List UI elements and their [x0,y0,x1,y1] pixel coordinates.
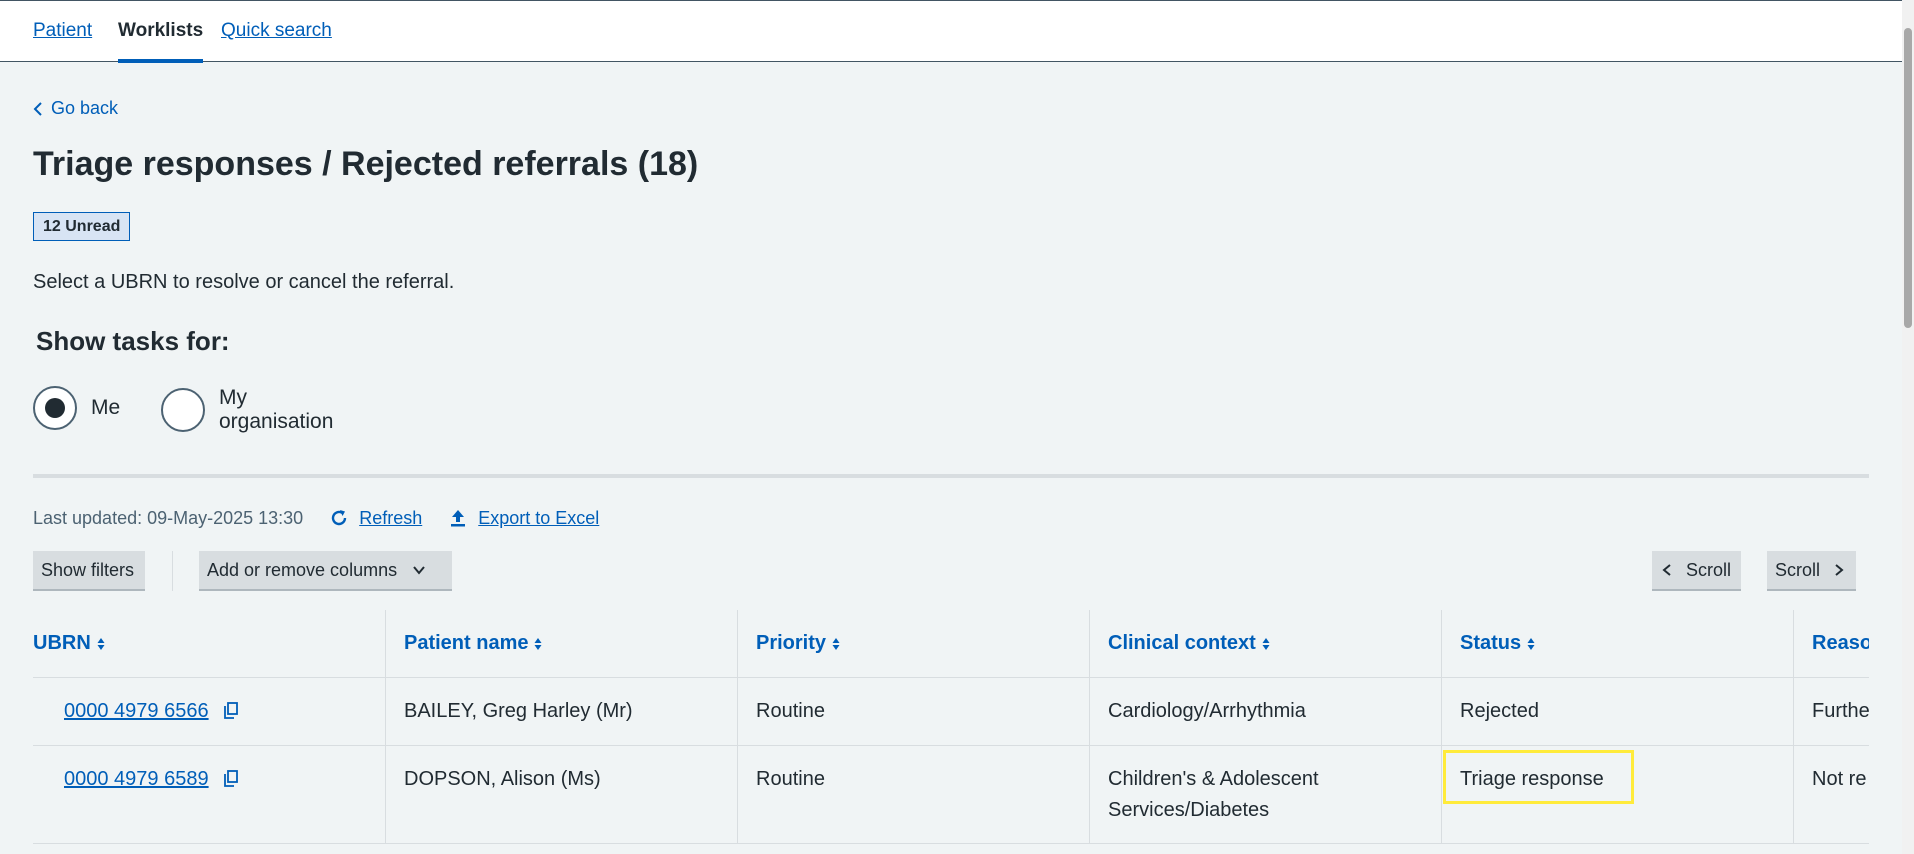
table-row: 0000 4979 6566 BAILEY, Greg Harley (Mr) … [33,678,1869,746]
table-header-row: UBRN Patient name Priority Clinical cont… [33,610,1869,678]
ubrn-cell: 0000 4979 6566 [33,678,385,745]
ubrn-link[interactable]: 0000 4979 6566 [64,700,209,722]
copy-icon[interactable] [224,770,239,787]
status-cell: Rejected [1441,678,1793,745]
column-header-ubrn[interactable]: UBRN [33,610,385,677]
column-header-label: Status [1460,632,1522,654]
column-header-status[interactable]: Status [1441,610,1793,677]
sort-icon [1262,637,1270,650]
radio-me-label: Me [91,396,121,419]
radio-my-organisation-input[interactable] [161,388,205,432]
priority-cell: Routine [737,746,1089,843]
sort-icon [534,637,542,650]
section-divider [33,474,1869,478]
reason-cell: Furthe [1793,678,1869,745]
radio-my-organisation[interactable]: My organisation [161,386,333,434]
column-header-priority[interactable]: Priority [737,610,1089,677]
scroll-right-label: Scroll [1775,559,1821,580]
column-header-label: Patient name [404,632,529,654]
sort-icon [97,637,105,650]
tab-quick-search[interactable]: Quick search [221,19,332,43]
ubrn-cell: 0000 4979 6589 [33,746,385,843]
unread-badge: 12 Unread [33,212,131,241]
refresh-link[interactable]: Refresh [329,508,422,529]
priority-cell: Routine [737,678,1089,745]
instruction-text: Select a UBRN to resolve or cancel the r… [33,271,455,293]
column-header-patient-name[interactable]: Patient name [385,610,737,677]
page-title: Triage responses / Rejected referrals (1… [33,145,699,183]
refresh-icon [332,510,347,526]
go-back-link[interactable]: Go back [33,98,118,119]
sort-icon [1527,637,1535,650]
sort-icon [832,637,840,650]
copy-icon[interactable] [224,702,239,719]
column-header-label: Reaso [1812,632,1869,654]
clinical-context-cell: Cardiology/Arrhythmia [1089,678,1441,745]
column-header-label: Priority [756,632,827,654]
chevron-left-icon [1662,564,1671,576]
clinical-context-cell: Children's & Adolescent Services/Diabete… [1089,746,1441,843]
top-navigation: Patient Worklists Quick search [0,0,1902,63]
scroll-right-button[interactable]: Scroll [1767,551,1856,591]
radio-me[interactable]: Me [33,386,120,430]
column-header-clinical-context[interactable]: Clinical context [1089,610,1441,677]
chevron-down-icon [413,566,425,575]
last-updated-text: Last updated: 09-May-2025 13:30 [33,507,304,528]
column-header-label: Clinical context [1108,632,1256,654]
radio-me-input[interactable] [33,386,77,430]
export-label: Export to Excel [478,507,600,528]
refresh-label: Refresh [359,507,423,528]
reason-cell: Not re [1793,746,1869,843]
ubrn-link[interactable]: 0000 4979 6589 [64,768,209,790]
status-cell: Triage response [1441,746,1793,843]
upload-icon [451,510,466,527]
radio-my-organisation-label: My organisation [219,386,334,433]
show-tasks-legend: Show tasks for: [36,326,230,356]
scroll-left-label: Scroll [1686,559,1732,580]
scroll-left-button[interactable]: Scroll [1652,551,1741,591]
worklist-actions: Last updated: 09-May-2025 13:30 Refresh … [33,506,599,530]
tab-worklists[interactable]: Worklists [118,19,204,63]
toolbar-separator [172,551,173,591]
patient-name-cell: DOPSON, Alison (Ms) [385,746,737,843]
tab-patient[interactable]: Patient [33,19,92,43]
go-back-label: Go back [51,98,119,118]
column-header-label: UBRN [33,632,91,654]
chevron-left-icon [33,101,42,116]
column-header-reason[interactable]: Reaso [1793,610,1869,677]
chevron-right-icon [1835,564,1844,576]
add-remove-columns-label: Add or remove columns [207,559,398,580]
add-remove-columns-button[interactable]: Add or remove columns [199,551,452,591]
export-to-excel-link[interactable]: Export to Excel [448,508,599,529]
page-scrollbar[interactable] [1902,0,1914,854]
scrollbar-thumb[interactable] [1904,28,1912,328]
worklist-table: UBRN Patient name Priority Clinical cont… [33,610,1869,854]
table-row: 0000 4979 6589 DOPSON, Alison (Ms) Routi… [33,746,1869,844]
show-filters-button[interactable]: Show filters [33,551,145,591]
patient-name-cell: BAILEY, Greg Harley (Mr) [385,678,737,745]
